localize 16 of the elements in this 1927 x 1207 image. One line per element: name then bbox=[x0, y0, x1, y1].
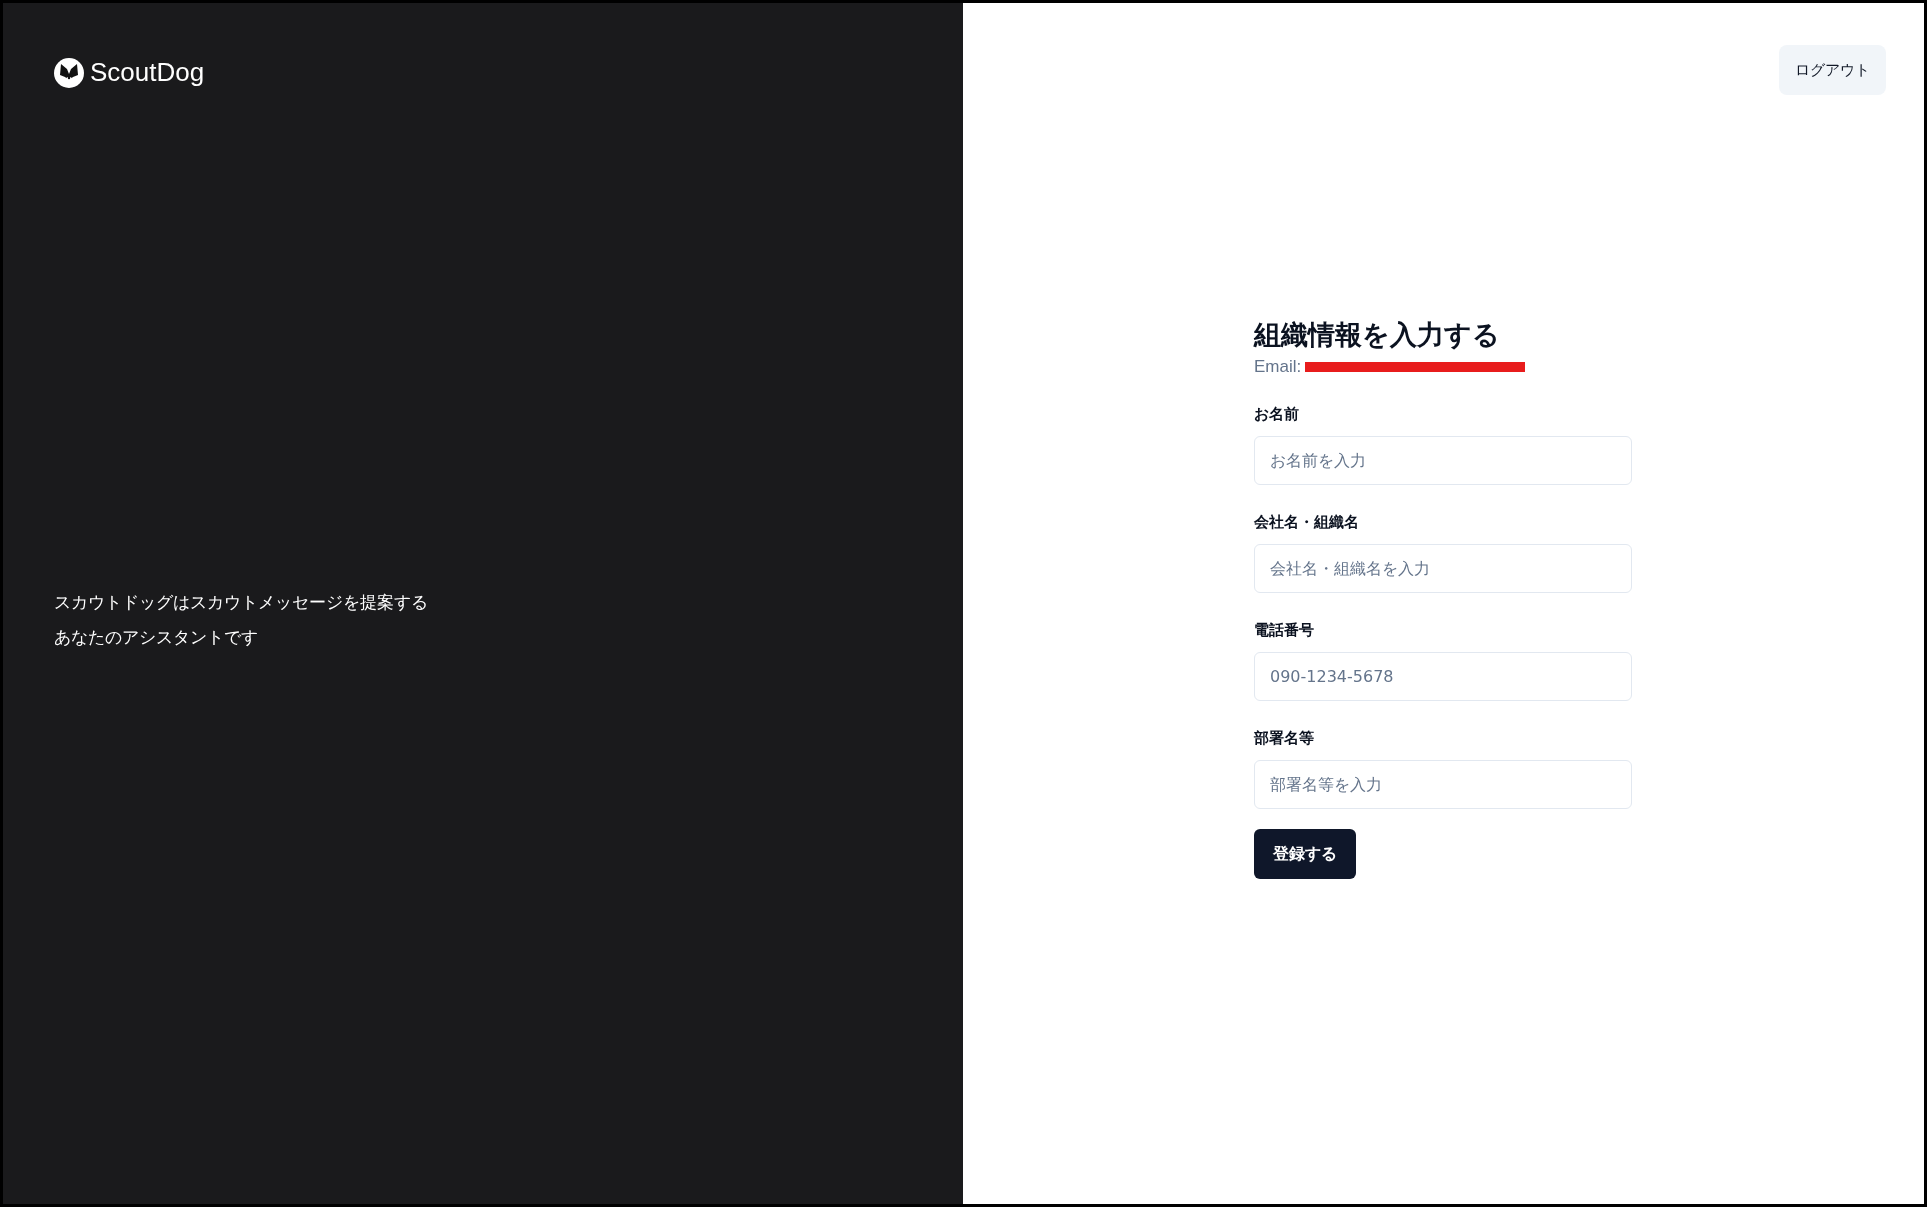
field-label: 部署名等 bbox=[1254, 729, 1315, 748]
logout-button[interactable]: ログアウト bbox=[1779, 45, 1886, 95]
field-label: 会社名・組織名 bbox=[1254, 513, 1360, 532]
submit-button[interactable]: 登録する bbox=[1254, 829, 1356, 879]
email-label: Email: bbox=[1254, 357, 1302, 377]
dog-logo-icon bbox=[54, 57, 84, 88]
input-field[interactable]: 090-1234-5678 bbox=[1254, 652, 1632, 701]
field-label: お名前 bbox=[1254, 405, 1300, 424]
form-title: 組織情報を入力する bbox=[1254, 318, 1501, 352]
input-field[interactable]: 会社名・組織名を入力 bbox=[1254, 544, 1632, 593]
tagline-text: スカウトドッグはスカウトメッセージを提案する bbox=[54, 591, 429, 614]
tagline-text: あなたのアシスタントです bbox=[54, 626, 259, 649]
input-field[interactable]: お名前を入力 bbox=[1254, 436, 1632, 485]
input-field[interactable]: 部署名等を入力 bbox=[1254, 760, 1632, 809]
field-label: 電話番号 bbox=[1254, 621, 1315, 640]
brand-name: ScoutDog bbox=[90, 57, 205, 88]
